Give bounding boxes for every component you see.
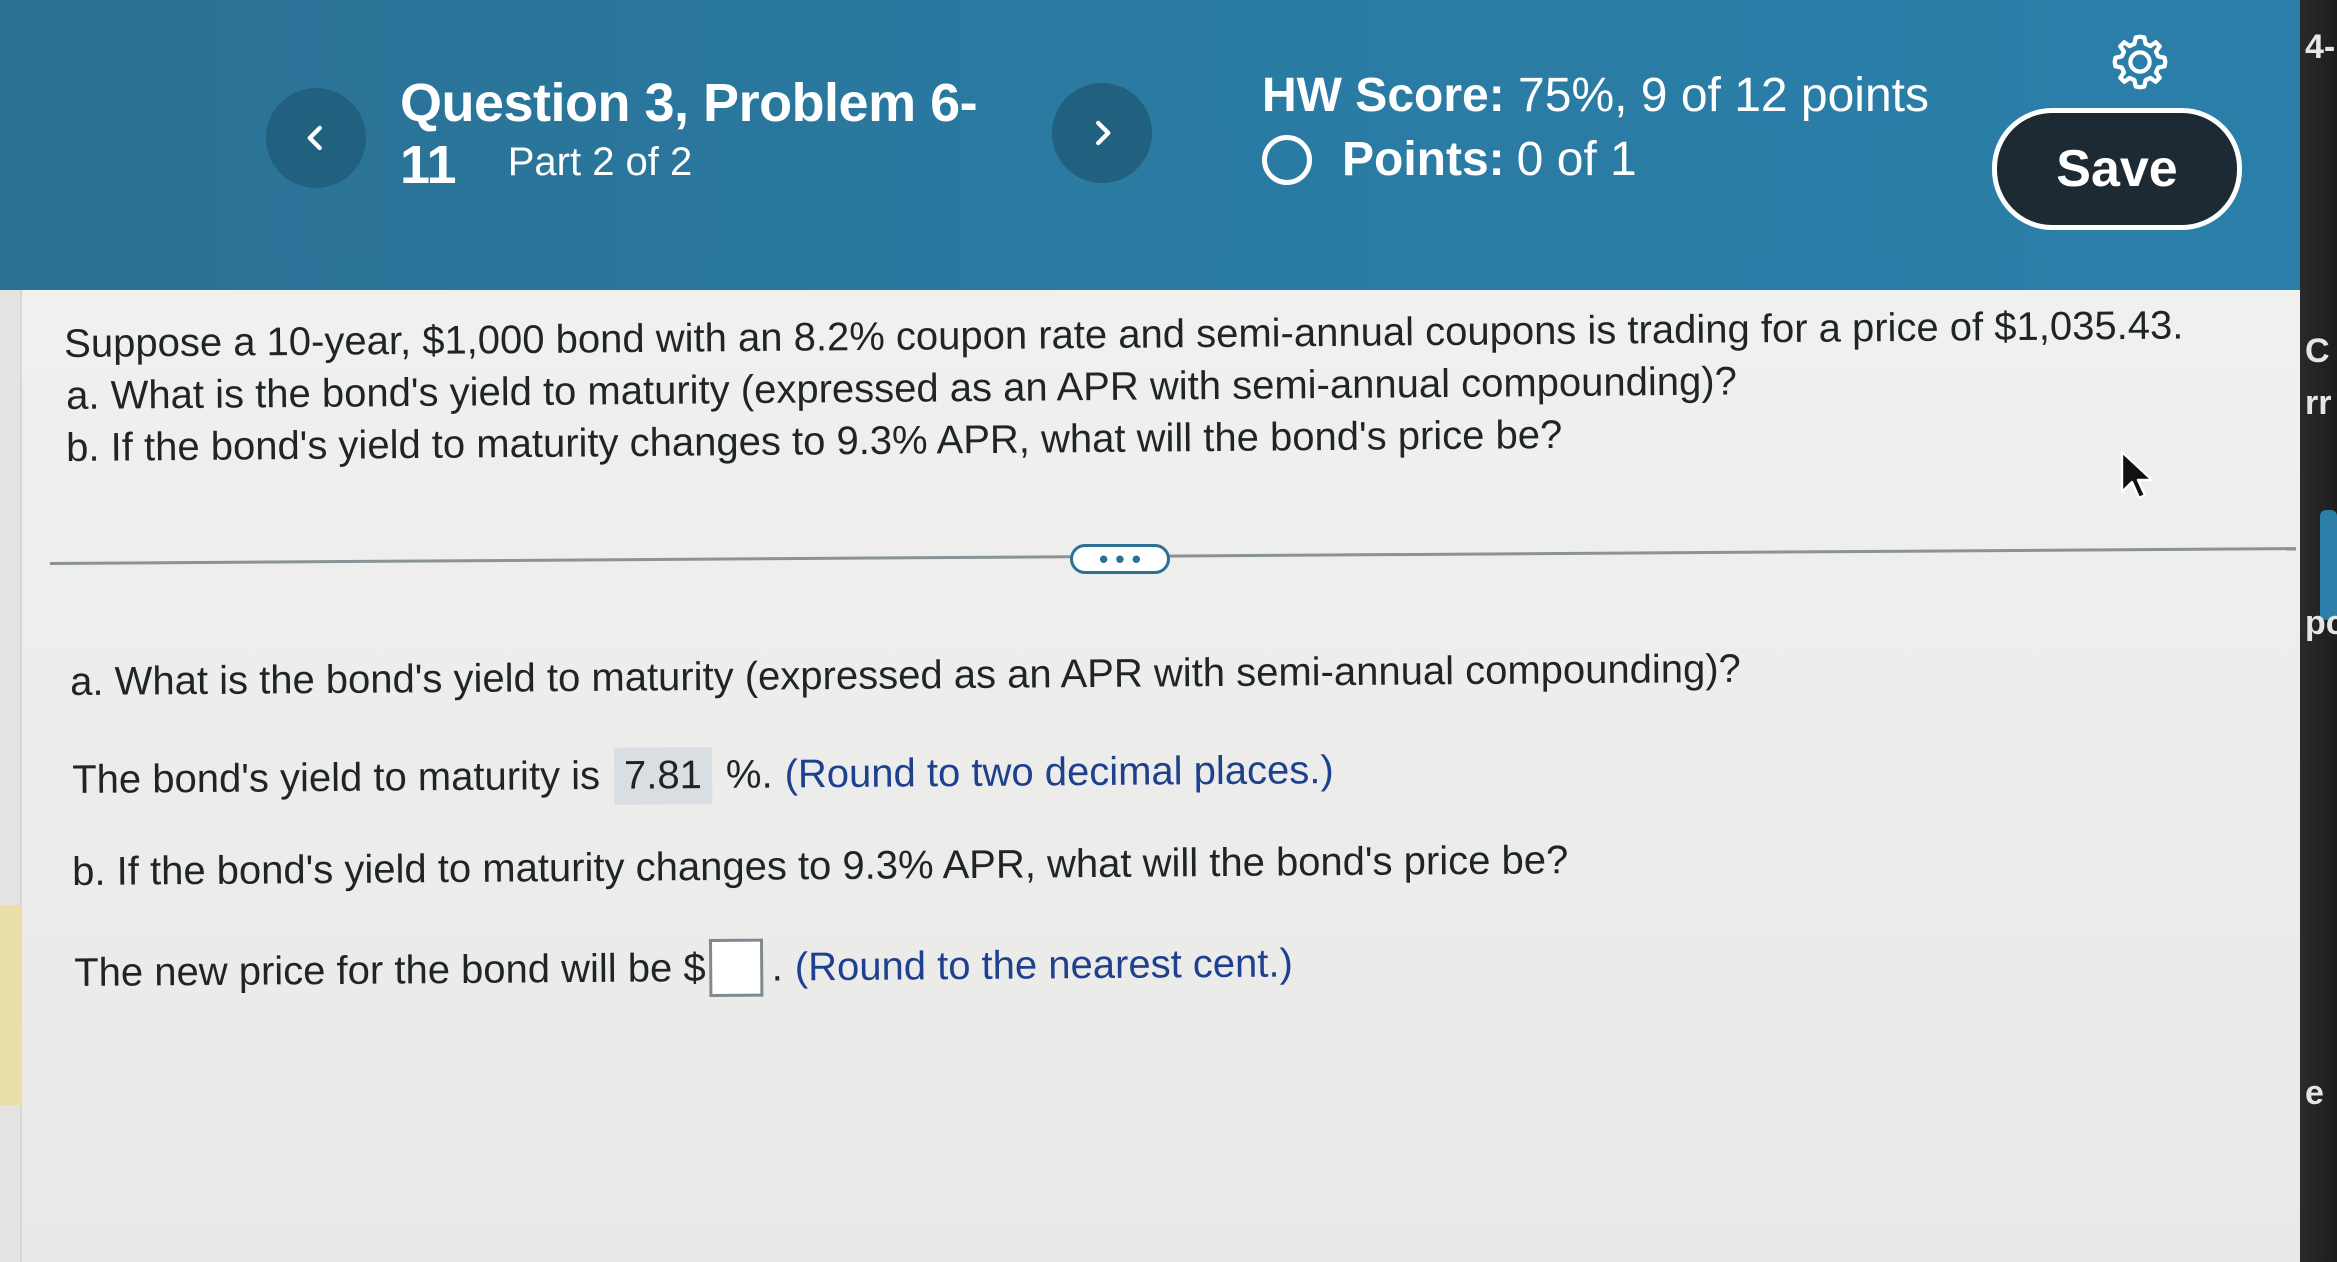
part-a-question: a. What is the bond's yield to maturity …: [70, 646, 1741, 704]
ytm-prefix: The bond's yield to maturity is: [72, 753, 601, 802]
mouse-pointer-icon: [2120, 450, 2154, 500]
ytm-suffix: %.: [725, 752, 773, 797]
save-button[interactable]: Save: [1992, 108, 2242, 230]
expand-toggle-button[interactable]: • • •: [1070, 544, 1170, 574]
strip-text-pc: pc: [2305, 604, 2337, 642]
left-highlight-strip: [0, 905, 22, 1105]
previous-question-button[interactable]: [266, 88, 366, 188]
problem-part-b: b. If the bond's yield to maturity chang…: [66, 412, 1563, 470]
price-answer-row: The new price for the bond will be $ . (…: [74, 934, 1293, 1002]
hw-score: HW Score: 75%, 9 of 12 points: [1262, 68, 1929, 123]
question-content: Suppose a 10-year, $1,000 bond with an 8…: [22, 290, 2300, 1262]
part-label: Part 2 of 2: [507, 140, 693, 184]
price-round-hint: (Round to the nearest cent.): [794, 940, 1294, 989]
points-value: 0 of 1: [1516, 133, 1637, 186]
strip-text-top: 4-: [2305, 28, 2336, 66]
points-status: Points: 0 of 1: [1262, 132, 1637, 187]
price-prefix: The new price for the bond will be $: [74, 945, 706, 995]
chevron-left-icon: [307, 125, 322, 151]
ytm-answer-row: The bond's yield to maturity is 7.81 %. …: [72, 742, 1334, 809]
chevron-right-icon: [1096, 120, 1111, 146]
ytm-answer-value[interactable]: 7.81: [613, 746, 713, 805]
ytm-round-hint: (Round to two decimal places.): [784, 748, 1334, 797]
price-answer-input[interactable]: [709, 938, 764, 998]
incomplete-circle-icon: [1262, 134, 1312, 185]
header-bar: Question 3, Problem 6-11 Part 2 of 2 HW …: [0, 0, 2300, 290]
points-label: Points:: [1342, 133, 1505, 186]
hw-score-label: HW Score:: [1262, 69, 1505, 122]
strip-text-c: C: [2305, 332, 2330, 370]
part-b-question: b. If the bond's yield to maturity chang…: [72, 838, 1569, 894]
strip-text-rr: rr: [2305, 384, 2332, 422]
hw-score-value: 75%, 9 of 12 points: [1518, 69, 1929, 122]
problem-part-a: a. What is the bond's yield to maturity …: [66, 359, 1738, 418]
next-question-button[interactable]: [1052, 83, 1152, 183]
section-divider: [50, 547, 2296, 565]
app-window: Question 3, Problem 6-11 Part 2 of 2 HW …: [0, 0, 2337, 1262]
price-suffix: .: [771, 944, 783, 990]
gear-icon[interactable]: [2108, 30, 2172, 94]
left-panel-edge: [0, 290, 22, 1262]
strip-text-e: e: [2305, 1074, 2324, 1112]
problem-statement: Suppose a 10-year, $1,000 bond with an 8…: [64, 303, 2184, 366]
